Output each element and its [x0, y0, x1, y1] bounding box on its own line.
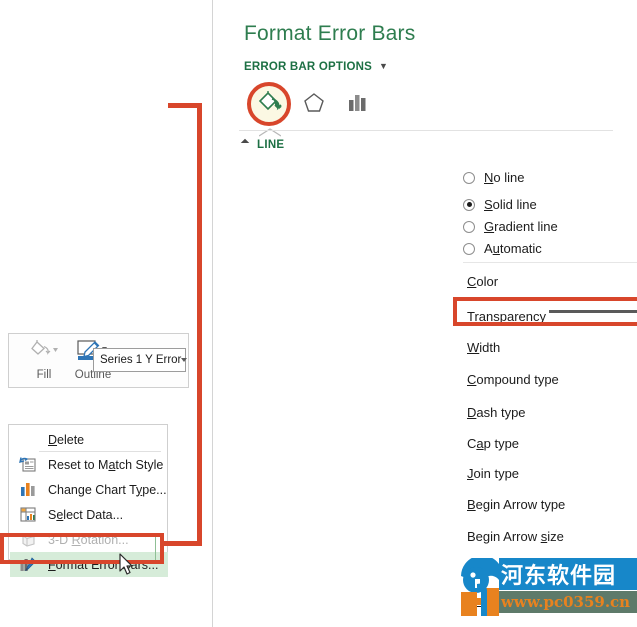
radio-solid-line[interactable]: Solid line [463, 197, 537, 212]
radio-automatic[interactable]: Automatic [463, 241, 542, 256]
radio-mark-icon [463, 220, 475, 233]
chevron-down-icon [181, 358, 188, 362]
transparency-highlight-box [453, 297, 637, 326]
callout-connector-bottom [160, 541, 202, 546]
option-row-begin-arrow-type: Begin Arrow type [467, 491, 637, 517]
chart-type-icon [19, 481, 37, 498]
radio-label: Gradient line [484, 219, 558, 234]
radio-label: No line [484, 170, 525, 185]
menu-item-change-chart-type[interactable]: Change Chart Type... [10, 477, 168, 502]
radio-mark-icon [463, 171, 475, 184]
option-row-color: Color [467, 268, 637, 294]
collapse-triangle-icon [240, 138, 250, 148]
page-title: Format Error Bars [244, 22, 416, 45]
menu-item-label: Reset to Match Style [48, 457, 164, 472]
fill-label: Fill [36, 369, 52, 381]
radio-no-line[interactable]: No line [463, 170, 524, 185]
series-selector-value: Series 1 Y Error [100, 354, 182, 366]
option-label-dash-type: Dash type [467, 404, 526, 420]
fill-button[interactable]: Fill [21, 339, 67, 381]
pane-icon-tabs [239, 82, 579, 137]
series-selector-combo[interactable]: Series 1 Y Error [93, 348, 188, 372]
error-bar-options-label: ERROR BAR OPTIONS [244, 61, 372, 73]
radio-label: Solid line [484, 197, 537, 212]
reset-style-icon [19, 456, 37, 473]
option-label-cap-type: Cap type [467, 435, 520, 451]
error-bar-options-dropdown[interactable]: ERROR BAR OPTIONS ▼ [244, 61, 388, 73]
selected-tab-caret [258, 124, 282, 137]
watermark-url: www.pc0359.cn [499, 591, 637, 613]
radio-label: Automatic [484, 241, 542, 256]
option-label-compound-type: Compound type [467, 371, 559, 387]
menu-item-label: Delete [48, 432, 85, 447]
format-error-bars-highlight-box [0, 533, 164, 564]
chevron-down-icon: ▼ [379, 61, 389, 71]
mouse-cursor-icon [119, 553, 135, 577]
menu-item-select-data[interactable]: Select Data... [10, 502, 168, 527]
fill-and-line-icon[interactable] [253, 86, 287, 120]
line-section-label: LINE [257, 139, 285, 151]
menu-item-reset-to-match-style[interactable]: Reset to Match Style [10, 452, 168, 477]
watermark-site-name: 河东软件园 [499, 558, 637, 590]
option-row-width: Width [467, 334, 637, 360]
option-label-begin-arrow-type: Begin Arrow type [467, 496, 566, 512]
effects-icon[interactable] [297, 86, 331, 120]
option-row-dash-type: Dash type [467, 399, 637, 425]
screenshot-root: Format Error Bars ERROR BAR OPTIONS ▼ LI… [0, 0, 637, 627]
radio-mark-icon [463, 198, 475, 211]
callout-connector-vertical [197, 103, 202, 546]
size-and-properties-icon[interactable] [341, 86, 375, 120]
watermark: 河东软件园 www.pc0359.cn [459, 558, 637, 620]
menu-item-label: Select Data... [48, 507, 124, 522]
option-label-begin-arrow-size: Begin Arrow size [467, 528, 564, 544]
section-divider [463, 262, 637, 263]
mini-toolbar: Fill Outline Series 1 Y Error [8, 333, 189, 388]
radio-mark-icon [463, 242, 475, 255]
select-data-icon [19, 506, 37, 523]
option-row-begin-arrow-size: Begin Arrow size [467, 523, 637, 549]
option-label-width: Width [467, 339, 501, 355]
menu-item-delete[interactable]: Delete [10, 427, 168, 452]
radio-gradient-line[interactable]: Gradient line [463, 219, 558, 234]
menu-item-label: Change Chart Type... [48, 482, 167, 497]
option-row-cap-type: Cap type [467, 430, 637, 456]
option-row-compound-type: Compound type [467, 366, 637, 392]
line-section-header[interactable]: LINE [240, 138, 285, 151]
pane-divider [239, 130, 613, 131]
fill-bucket-icon [31, 340, 58, 355]
format-error-bars-pane: Format Error Bars ERROR BAR OPTIONS ▼ LI… [212, 0, 637, 627]
option-label-join-type: Join type [467, 465, 520, 481]
option-row-join-type: Join type [467, 460, 637, 486]
option-label-color: Color [467, 273, 499, 289]
